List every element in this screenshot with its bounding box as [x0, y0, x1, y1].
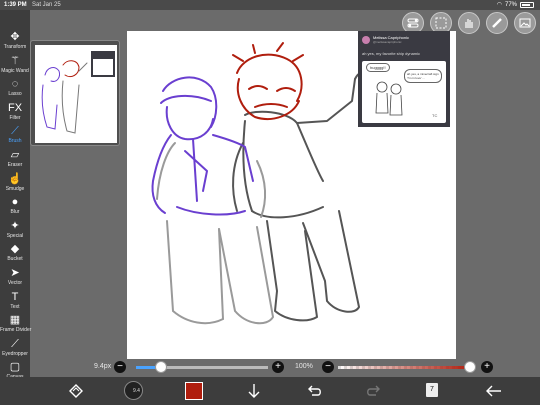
toggle-icon: [407, 18, 419, 28]
ruler-button[interactable]: [486, 12, 508, 34]
ruler-icon: [492, 18, 502, 28]
opacity-label: 100%: [295, 363, 313, 370]
status-icons: ◠ 77%: [497, 0, 534, 10]
arrow-down-icon: [248, 384, 260, 398]
tool-smudge[interactable]: ☝ Smudge: [0, 170, 30, 196]
bucket-icon: ◆: [10, 243, 20, 256]
tool-label: Lasso: [8, 91, 22, 98]
image-icon: [519, 18, 531, 28]
brush-size-preview-text: 9.4: [133, 388, 140, 394]
wifi-icon: ◠: [496, 2, 502, 8]
tool-text[interactable]: T Text: [0, 288, 30, 314]
tool-label: Eraser: [7, 162, 23, 168]
dashed-select-icon: [435, 17, 447, 29]
brush-sliders: 9.4px − + 100% − +: [0, 359, 540, 375]
move-arrows-icon: ✥: [10, 31, 20, 43]
tool-label: Eyedropper: [2, 350, 28, 357]
opacity-decrease-button[interactable]: −: [322, 361, 334, 373]
tool-label: Smudge: [5, 185, 25, 192]
brush-preview-button[interactable]: 9.4: [124, 381, 143, 400]
brush-size-label: 9.4px: [94, 363, 112, 370]
tool-sidebar: ✥ Transform ⚚ Magic Wand ◌ Lasso FX Filter ⟋ Brus…: [0, 10, 32, 380]
reference-image-panel[interactable]: Melissa Capriphonic @melissacapriphonic …: [358, 31, 450, 127]
tool-special[interactable]: ✦ Special: [0, 217, 30, 243]
quick-menu-icon: [69, 384, 83, 398]
back-button[interactable]: [484, 381, 504, 401]
brush-size-decrease-button[interactable]: −: [114, 361, 126, 373]
avatar: [362, 36, 370, 44]
lasso-icon: ◌: [11, 78, 19, 91]
opacity-slider-knob[interactable]: [464, 361, 476, 373]
undo-icon: [308, 385, 321, 396]
image-button[interactable]: [514, 12, 536, 34]
tool-transform[interactable]: ✥ Transform: [0, 28, 30, 54]
tool-bucket[interactable]: ◆ Bucket: [0, 240, 30, 266]
brush-size-increase-button[interactable]: +: [272, 361, 284, 373]
tool-label: Filter: [9, 114, 21, 121]
eyedropper-icon: ⟋: [11, 337, 19, 350]
reference-author-handle: @melissacapriphonic: [373, 40, 402, 44]
navigator-panel[interactable]: [30, 40, 120, 146]
clock: 1:39 PM: [4, 2, 27, 8]
fx-icon: FX: [7, 101, 23, 114]
frame-divider-icon: ▦: [9, 314, 21, 327]
bottom-toolbar: 9.4 7: [0, 377, 540, 405]
reference-comic-image: hugggg!! ah yes, a minecraft sign 'I'm i…: [362, 61, 446, 123]
date: Sat Jan 25: [32, 2, 61, 8]
tool-vector[interactable]: ➤ Vector: [0, 264, 30, 290]
tool-label: Frame Divider: [0, 327, 32, 334]
tool-brush[interactable]: ⟋ Brush: [0, 122, 30, 148]
battery-percent: 77%: [504, 2, 517, 8]
hand-icon: [465, 19, 473, 28]
brush-icon: ⟋: [11, 125, 19, 138]
tool-label: Vector: [7, 280, 23, 286]
tool-label: Magic Wand: [1, 67, 29, 74]
reference-post-header: Melissa Capriphonic @melissacapriphonic: [362, 35, 409, 45]
tool-label: Bucket: [7, 256, 23, 263]
tool-frame-divider[interactable]: ▦ Frame Divider: [0, 311, 32, 337]
vector-arrow-icon: ➤: [10, 267, 20, 279]
redo-icon: [367, 385, 380, 396]
eraser-icon: ▱: [10, 149, 20, 161]
opacity-slider[interactable]: [338, 366, 470, 369]
navigator-thumbnail: [35, 45, 117, 143]
tool-label: Brush: [8, 138, 22, 145]
tool-label: Text: [10, 303, 20, 310]
redo-button[interactable]: [364, 381, 384, 401]
layers-button[interactable]: 7: [426, 383, 438, 397]
undo-button[interactable]: [304, 381, 324, 401]
tool-eyedropper[interactable]: ⟋ Eyedropper: [0, 335, 30, 361]
tool-lasso[interactable]: ◌ Lasso: [0, 75, 30, 101]
magic-wand-icon: ⚚: [10, 54, 20, 67]
opacity-increase-button[interactable]: +: [481, 361, 493, 373]
tool-label: Blur: [10, 209, 20, 216]
tool-label: Special: [6, 232, 24, 239]
tool-eraser[interactable]: ▱ Eraser: [0, 146, 30, 172]
brush-size-slider-knob[interactable]: [155, 361, 168, 373]
tool-filter[interactable]: FX Filter: [0, 99, 30, 125]
gesture-button[interactable]: [458, 12, 480, 34]
tool-magic-wand[interactable]: ⚚ Magic Wand: [0, 52, 30, 78]
text-icon: T: [11, 290, 19, 303]
tool-label: Transform: [3, 44, 27, 50]
current-color-swatch[interactable]: [185, 382, 203, 400]
blur-drop-icon: ●: [11, 196, 19, 209]
download-button[interactable]: [244, 381, 264, 401]
status-bar: 1:39 PM Sat Jan 25 ◠ 77%: [0, 0, 540, 10]
thumbnail-sketch: [41, 51, 115, 134]
special-icon: ✦: [10, 219, 20, 232]
smudge-icon: ☝: [8, 172, 22, 185]
battery-icon: [520, 2, 534, 8]
quick-menu-button[interactable]: [66, 381, 86, 401]
arrow-left-icon: [486, 385, 501, 397]
reference-post-text: ah yes, my favorite ship dynamic: [362, 51, 421, 56]
tool-blur[interactable]: ● Blur: [0, 193, 30, 219]
comic-signature: TC: [432, 113, 438, 118]
